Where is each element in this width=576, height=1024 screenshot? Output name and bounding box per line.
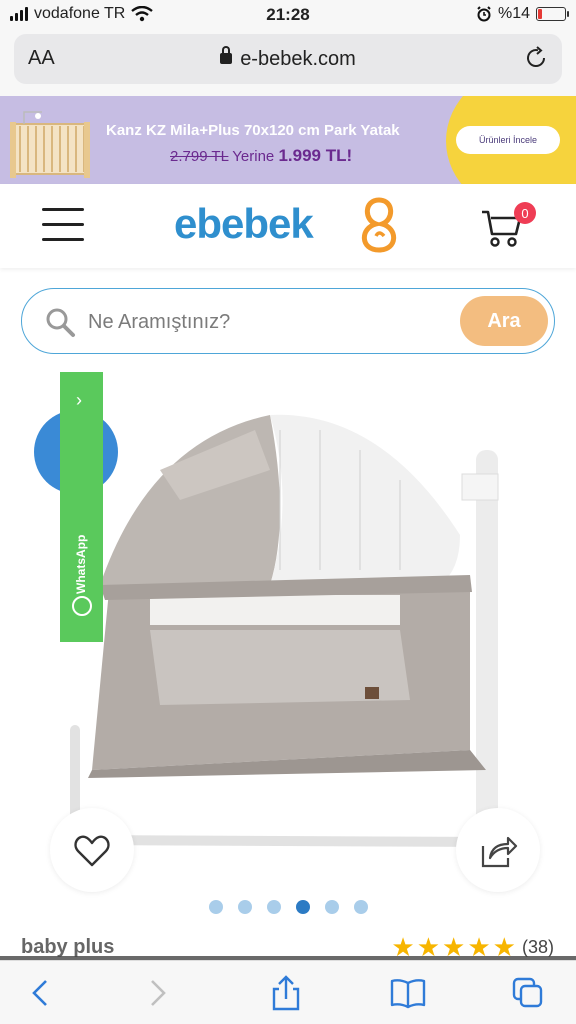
browser-chrome: AA e-bebek.com — [0, 30, 576, 96]
search-input[interactable] — [88, 307, 388, 337]
crib-image — [10, 111, 90, 178]
battery-percent: %14 — [497, 5, 530, 22]
whatsapp-tab[interactable]: › WhatsApp — [60, 372, 103, 642]
promo-cta-button[interactable]: Ürünleri İncele — [456, 126, 560, 154]
address-bar[interactable]: AA e-bebek.com — [14, 34, 562, 84]
promo-instead: Yerine — [232, 148, 275, 165]
alarm-icon — [477, 6, 491, 22]
cart-count-badge: 0 — [514, 202, 536, 224]
search-icon — [46, 308, 75, 337]
tabs-icon[interactable] — [510, 975, 546, 1011]
reload-icon[interactable] — [524, 46, 548, 70]
promo-title: Kanz KZ Mila+Plus 70x120 cm Park Yatak — [106, 122, 400, 139]
share-product-button[interactable] — [456, 808, 540, 892]
carousel-dot[interactable] — [266, 900, 281, 914]
carousel-dot[interactable] — [324, 900, 339, 914]
status-bar: vodafone TR 21:28 %14 — [0, 0, 576, 30]
share-arrow-icon — [481, 836, 518, 868]
chevron-right-icon: › — [76, 390, 82, 410]
carousel-dot[interactable] — [208, 900, 223, 914]
status-right: %14 — [476, 5, 569, 23]
back-icon[interactable] — [22, 975, 58, 1011]
forward-icon[interactable] — [140, 975, 176, 1011]
search-button[interactable]: Ara — [460, 296, 548, 346]
address-text: e-bebek.com — [240, 48, 356, 70]
promo-price: 2.799 TL Yerine 1.999 TL! — [170, 146, 352, 166]
carousel-dot[interactable] — [353, 900, 368, 914]
bookmarks-icon[interactable] — [390, 975, 426, 1011]
address-text-wrap: e-bebek.com — [14, 46, 562, 71]
whatsapp-label-wrap: WhatsApp — [72, 490, 92, 600]
search-bar: Ara — [21, 288, 555, 354]
whatsapp-label: WhatsApp — [74, 534, 88, 594]
review-count: (38) — [521, 936, 554, 957]
promo-banner[interactable]: Kanz KZ Mila+Plus 70x120 cm Park Yatak 2… — [0, 96, 576, 184]
logo-text: ebebek — [174, 200, 314, 247]
battery-icon — [536, 7, 569, 21]
whatsapp-icon — [72, 596, 92, 616]
carousel-dot[interactable] — [237, 900, 252, 914]
site-logo[interactable]: ebebek — [174, 194, 404, 256]
promo-new-price: 1.999 TL! — [278, 146, 353, 165]
cart-button[interactable]: 0 — [480, 202, 536, 252]
carousel-dots — [0, 900, 576, 914]
heart-icon — [74, 835, 110, 867]
logo-mark-icon — [361, 197, 397, 253]
promo-old-price: 2.799 TL — [170, 148, 229, 165]
favorite-button[interactable] — [50, 808, 134, 892]
share-icon[interactable] — [268, 975, 304, 1011]
browser-toolbar — [0, 960, 576, 1024]
menu-icon[interactable] — [42, 208, 84, 242]
site-header: ebebek 0 — [0, 184, 576, 268]
carousel-dot-active[interactable] — [295, 900, 310, 914]
lock-icon — [220, 46, 233, 64]
